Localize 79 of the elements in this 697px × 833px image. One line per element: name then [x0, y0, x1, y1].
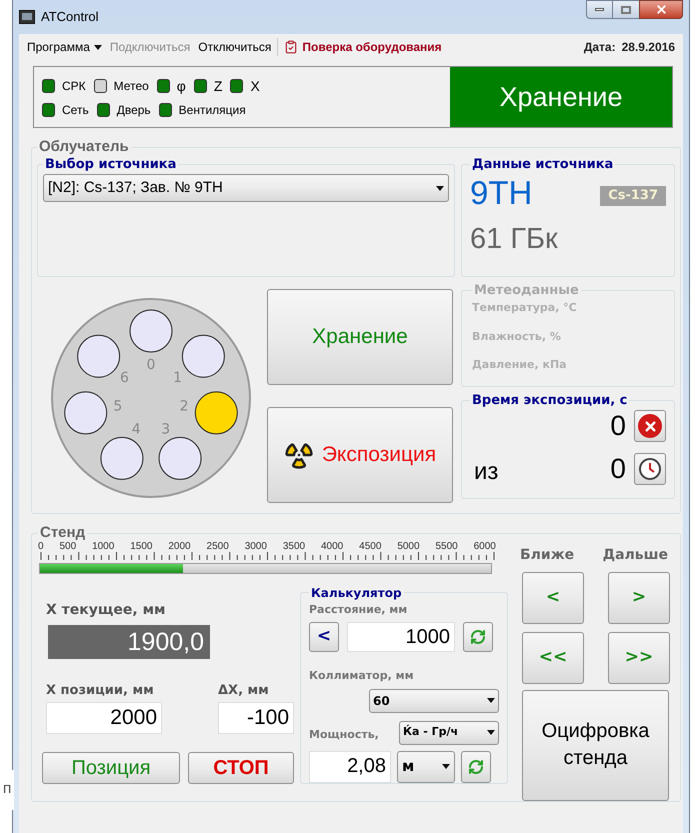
menu-item[interactable]: Программа — [23, 38, 106, 56]
source-dropdown[interactable]: [N2]: Cs-137; Зав. № 9TH — [43, 174, 449, 202]
group-title: Данные источника — [471, 156, 614, 174]
group-title: Время экспозиции, с — [471, 392, 628, 410]
slot-number: 3 — [161, 421, 170, 438]
menu-item[interactable]: Отключиться — [194, 38, 276, 56]
power-input[interactable]: 2,08 — [309, 750, 391, 782]
indicator-label: Дверь — [116, 102, 151, 118]
position-button[interactable]: Позиция — [42, 752, 180, 784]
step-button[interactable]: > — [608, 572, 670, 624]
scale-label: 4000 — [321, 540, 344, 552]
background-window-text: П — [2, 782, 12, 798]
closer-label: Ближе — [520, 546, 574, 564]
collimator-dropdown[interactable]: 60 — [369, 688, 499, 712]
elapsed-time: 0 — [610, 411, 626, 441]
x-position-input[interactable]: 2000 — [46, 702, 162, 734]
source-activity: 61 ГБк — [470, 222, 559, 257]
indicator-label: СРК — [62, 78, 86, 95]
distance-input[interactable]: 1000 — [347, 622, 455, 652]
group-title: Облучатель — [38, 137, 130, 157]
scale-label: 3000 — [244, 540, 267, 552]
of-label: из — [473, 457, 500, 487]
scale-label: 6000 — [474, 540, 496, 552]
isotope-tag: Cs-137 — [600, 186, 666, 206]
storage-button[interactable]: Хранение — [267, 288, 453, 384]
step-button[interactable]: << — [522, 632, 584, 684]
scale-label: 2000 — [168, 540, 191, 552]
indicator-label: X — [250, 76, 260, 96]
digitize-button[interactable]: Оцифровка стенда — [522, 690, 669, 800]
indicator-label: Вентиляция — [178, 102, 246, 118]
date-label: Дата: — [584, 39, 616, 56]
field-label: X позиции, мм — [46, 682, 155, 700]
scale-label: 5000 — [397, 540, 420, 552]
current-x-display: 1900,0 — [48, 624, 210, 658]
scale-label: 500 — [59, 540, 76, 552]
scale-dropdown[interactable]: м — [397, 750, 455, 782]
slot-number: 2 — [180, 398, 189, 414]
scale-label: 5500 — [435, 540, 458, 552]
slot-number: 6 — [120, 369, 129, 386]
indicator-label: Сеть — [62, 102, 89, 118]
meteo-field-label: Температура, °C — [472, 300, 578, 316]
step-button[interactable]: >> — [608, 632, 670, 684]
group-title: Калькулятор — [310, 584, 403, 602]
mode-banner: Хранение — [450, 67, 672, 127]
slot-number: 4 — [132, 421, 141, 438]
group-title: Выбор источника — [44, 156, 178, 174]
farther-label: Дальше — [602, 546, 668, 564]
slot-number: 5 — [113, 398, 122, 414]
scale-label: 2500 — [206, 540, 229, 552]
field-label: Коллиматор, мм — [309, 668, 415, 684]
scale-label: 1500 — [130, 540, 152, 552]
field-label: Мощность, — [309, 727, 379, 744]
meteo-field-label: Давление, кПа — [472, 357, 568, 373]
step-button[interactable]: < — [522, 572, 584, 624]
exposure-button[interactable]: Экспозиция — [267, 406, 453, 502]
scale-label: 1000 — [92, 540, 114, 552]
source-id: 9TH — [470, 174, 532, 212]
scale-label: 3500 — [282, 540, 306, 552]
stop-button[interactable]: СТОП — [188, 752, 294, 784]
total-time: 0 — [610, 454, 626, 484]
indicator-label: Z — [214, 76, 222, 96]
group-title: Стенд — [39, 523, 86, 542]
field-label: ΔX, мм — [218, 682, 270, 700]
date-value: 28.9.2016 — [622, 39, 675, 56]
field-label: X текущее, мм — [45, 600, 166, 620]
field-label: Расстояние, мм — [309, 602, 408, 618]
slot-number: 1 — [173, 369, 182, 386]
slot-number: 0 — [146, 356, 156, 372]
scale-label: 4500 — [359, 540, 382, 552]
meteo-field-label: Влажность, % — [472, 328, 562, 344]
scale-label: 0 — [38, 540, 44, 552]
indicator-label: Метео — [114, 78, 149, 95]
back-button[interactable]: < — [309, 622, 339, 652]
menu-item[interactable]: Поверка оборудования — [277, 38, 446, 56]
indicator-label: φ — [176, 76, 186, 96]
group-title: Метеоданные — [473, 282, 580, 300]
window-title: ATControl — [41, 8, 100, 26]
unit-dropdown[interactable]: Ќа - Гр/ч — [399, 720, 499, 744]
delta-x-input[interactable]: -100 — [218, 702, 294, 734]
